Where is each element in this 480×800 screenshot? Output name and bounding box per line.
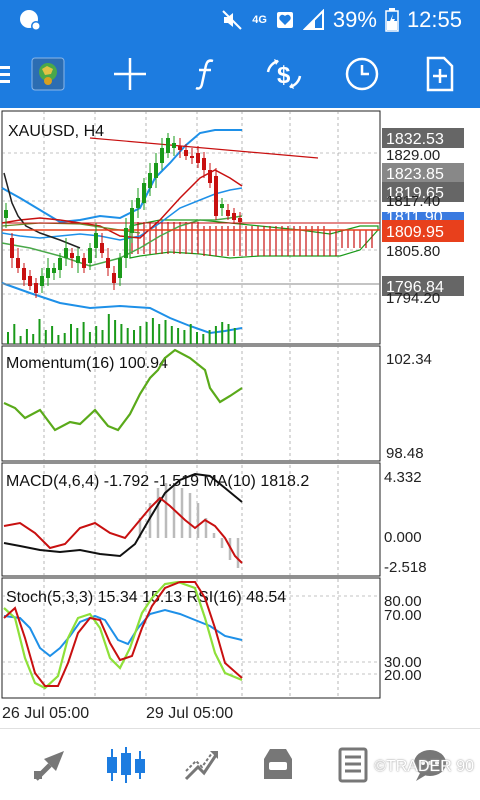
candle-body: [166, 138, 170, 153]
candle-body: [202, 158, 206, 170]
news-icon[interactable]: [332, 743, 376, 787]
function-icon[interactable]: [186, 54, 226, 94]
candle-body: [142, 183, 146, 203]
price-label-7: 1809.95: [386, 224, 444, 241]
price-label-1: 1832.53: [386, 131, 444, 148]
mute-icon: [220, 8, 244, 32]
candle-body: [52, 268, 56, 273]
momentum-bottom: 98.48: [386, 445, 424, 462]
candle-body: [76, 256, 80, 263]
candle-body: [34, 283, 38, 293]
clock-icon[interactable]: [342, 54, 382, 94]
price-label-2: 1829.00: [386, 147, 440, 164]
signal-icon: [302, 9, 325, 31]
candle-body: [238, 218, 242, 222]
notification-icon: [18, 8, 42, 32]
candle-body: [130, 208, 134, 233]
macd-top: 4.332: [384, 469, 422, 486]
clock-time: 12:55: [406, 7, 462, 32]
candle-body: [196, 153, 200, 163]
candle-body: [106, 258, 110, 268]
price-chart[interactable]: XAUUSD, H4 1832.53 1829.00 1823.85 1819.…: [0, 108, 480, 728]
watermark: ©TRADER 90: [374, 758, 474, 775]
candle-body: [226, 210, 230, 216]
candle-body: [82, 258, 86, 268]
candle-body: [190, 156, 194, 158]
stoch-20: 20.00: [384, 667, 422, 684]
new-order-icon[interactable]: [420, 54, 460, 94]
price-label-10: 1794.20: [386, 290, 440, 307]
main-pane: [1, 110, 381, 345]
candle-body: [148, 173, 152, 188]
stoch-70: 70.00: [384, 607, 422, 624]
candle-body: [124, 228, 128, 258]
candle-body: [22, 268, 26, 280]
crosshair-icon[interactable]: [110, 54, 150, 94]
stoch-title: Stoch(5,3,3) 15.34 15.13 RSI(16) 48.54: [6, 589, 286, 606]
momentum-title: Momentum(16) 100.94: [6, 355, 168, 372]
candle-body: [16, 258, 20, 268]
heart-icon: [275, 10, 295, 30]
candle-body: [46, 268, 50, 278]
time-label-2: 29 Jul 05:00: [146, 705, 233, 722]
candle-body: [214, 176, 218, 216]
price-label-3: 1823.85: [386, 166, 444, 183]
momentum-top: 102.34: [386, 351, 432, 368]
candle-body: [232, 213, 236, 220]
candle-body: [160, 148, 164, 163]
macd-mid: 0.000: [384, 529, 422, 546]
history-icon[interactable]: [256, 743, 300, 787]
menu-icon[interactable]: [0, 54, 16, 94]
candle-body: [220, 204, 224, 208]
macd-title: MACD(4,6,4) -1.792 -1.519 MA(10) 1818.2: [6, 473, 309, 490]
battery-percent: 39%: [332, 7, 377, 32]
trade-nav-icon[interactable]: [180, 743, 224, 787]
chart-area[interactable]: XAUUSD, H4 1832.53 1829.00 1823.85 1819.…: [0, 108, 480, 728]
candle-body: [88, 248, 92, 263]
candle-body: [208, 170, 212, 183]
symbol-icon[interactable]: [28, 54, 68, 94]
time-label-1: 26 Jul 05:00: [2, 705, 89, 722]
candle-body: [40, 276, 44, 286]
battery-icon: [385, 8, 399, 32]
candle-body: [178, 146, 182, 150]
quotes-icon[interactable]: [28, 743, 72, 787]
candle-body: [58, 258, 62, 270]
price-label-8: 1805.80: [386, 243, 440, 260]
candle-body: [112, 273, 116, 283]
network-type: 4G: [252, 14, 267, 26]
chart-toolbar: $: [0, 40, 480, 108]
candle-body: [118, 258, 122, 278]
trade-icon[interactable]: $: [264, 54, 304, 94]
candle-body: [4, 210, 8, 218]
status-bar: 4G 39% 12:55: [0, 0, 480, 40]
candle-body: [70, 253, 74, 258]
price-label-5: 1817.40: [386, 193, 440, 210]
candle-body: [94, 233, 98, 248]
macd-bottom: -2.518: [384, 559, 427, 576]
candle-body: [154, 163, 158, 178]
candle-body: [100, 243, 104, 253]
candle-body: [28, 276, 32, 286]
candle-body: [10, 238, 14, 258]
svg-text:$: $: [277, 62, 291, 89]
candle-body: [64, 248, 68, 258]
symbol-title: XAUUSD, H4: [8, 123, 104, 140]
candle-body: [184, 150, 188, 156]
candle-body: [172, 143, 176, 148]
candle-body: [136, 198, 140, 208]
chart-icon[interactable]: [104, 743, 148, 787]
